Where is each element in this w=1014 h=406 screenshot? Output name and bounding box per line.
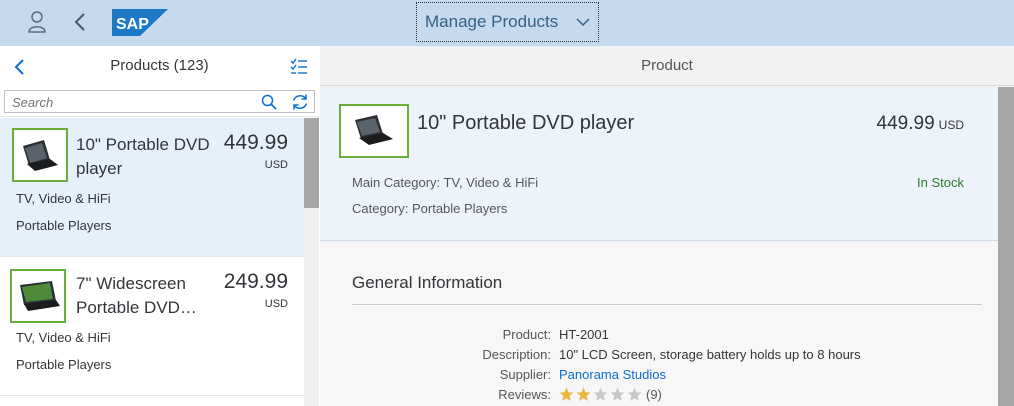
field-value: 10" LCD Screen, storage battery holds up…	[559, 347, 861, 362]
section-divider	[352, 304, 982, 305]
product-thumbnail	[10, 269, 66, 323]
detail-pane: Product 10" Portable DVD player 449.99 US…	[320, 46, 1014, 406]
item-main-category: TV, Video & HiFi	[16, 191, 111, 206]
list-item[interactable]: 7" Widescreen Portable DVD… 249.99 USD T…	[0, 257, 304, 396]
app-title: Manage Products	[425, 12, 559, 31]
dvd-player-image	[12, 271, 64, 321]
star-icon	[593, 387, 608, 401]
item-name: 7" Widescreen Portable DVD…	[76, 274, 197, 317]
form-row-product: Product: HT-2001	[320, 327, 998, 347]
product-title: 10" Portable DVD player	[417, 112, 635, 134]
form-row-supplier: Supplier: Panorama Studios	[320, 367, 998, 387]
list-item[interactable]: 10" Portable DVD player 449.99 USD TV, V…	[0, 118, 304, 257]
price-value: 449.99	[876, 113, 935, 134]
item-main-category: TV, Video & HiFi	[16, 330, 111, 345]
form-row-reviews: Reviews: (9)	[320, 387, 998, 406]
star-icon	[559, 387, 574, 401]
star-icon	[576, 387, 591, 401]
field-label: Reviews:	[498, 387, 551, 402]
master-header: Products (123)	[0, 46, 319, 87]
star-icon	[610, 387, 625, 401]
scrollbar-thumb[interactable]	[304, 118, 319, 208]
star-icon	[627, 387, 642, 401]
multi-select-icon[interactable]	[290, 58, 308, 76]
form-row-description: Description: 10" LCD Screen, storage bat…	[320, 347, 998, 367]
dvd-player-image	[341, 106, 407, 156]
stock-status: In Stock	[917, 175, 964, 190]
item-name: 10" Portable DVD player	[76, 135, 210, 178]
svg-text:SAP: SAP	[116, 16, 149, 33]
person-icon[interactable]	[26, 10, 48, 34]
app-title-menu-button[interactable]: Manage Products	[416, 2, 599, 42]
dvd-player-image	[14, 130, 66, 180]
review-count: (9)	[646, 387, 662, 402]
category: Category: Portable Players	[352, 201, 508, 216]
refresh-icon[interactable]	[291, 93, 309, 111]
item-category: Portable Players	[16, 357, 112, 372]
field-value: HT-2001	[559, 327, 609, 342]
product-list: 10" Portable DVD player 449.99 USD TV, V…	[0, 118, 304, 406]
back-arrow-icon[interactable]	[70, 10, 92, 34]
search-field[interactable]	[4, 90, 315, 113]
general-information-section: General Information Product: HT-2001 Des…	[320, 242, 998, 406]
rating-indicator: (9)	[559, 387, 662, 402]
detail-header: Product	[320, 46, 1014, 86]
main-category: Main Category: TV, Video & HiFi	[352, 175, 539, 190]
field-label: Supplier:	[499, 367, 551, 382]
field-label: Description:	[482, 347, 551, 362]
master-pane: Products (123) Search 10" Portable DVD p…	[0, 46, 319, 406]
item-currency: USD	[264, 159, 288, 171]
item-category: Portable Players	[16, 218, 112, 233]
detail-scrollbar[interactable]	[998, 87, 1014, 406]
section-title: General Information	[352, 273, 503, 292]
master-scrollbar[interactable]	[304, 118, 319, 406]
supplier-link[interactable]: Panorama Studios	[559, 367, 666, 382]
search-bar	[0, 87, 319, 117]
item-price: 249.99	[223, 270, 288, 293]
item-price: 449.99	[223, 131, 288, 154]
search-icon[interactable]	[261, 94, 277, 110]
detail-title: Product	[641, 57, 693, 74]
product-image[interactable]	[339, 104, 409, 158]
product-price: 449.99 USD	[877, 113, 964, 135]
chevron-down-icon	[576, 18, 590, 27]
item-currency: USD	[264, 298, 288, 310]
scrollbar-thumb[interactable]	[998, 87, 1014, 406]
field-label: Product:	[502, 327, 551, 342]
product-thumbnail	[12, 128, 68, 182]
sap-logo: SAP	[112, 9, 168, 36]
search-input[interactable]	[12, 93, 242, 111]
object-header: 10" Portable DVD player 449.99 USD Main C…	[320, 87, 998, 241]
shell-header: SAP Manage Products	[0, 0, 1014, 46]
price-currency: USD	[938, 118, 964, 132]
master-title: Products (123)	[110, 57, 209, 74]
